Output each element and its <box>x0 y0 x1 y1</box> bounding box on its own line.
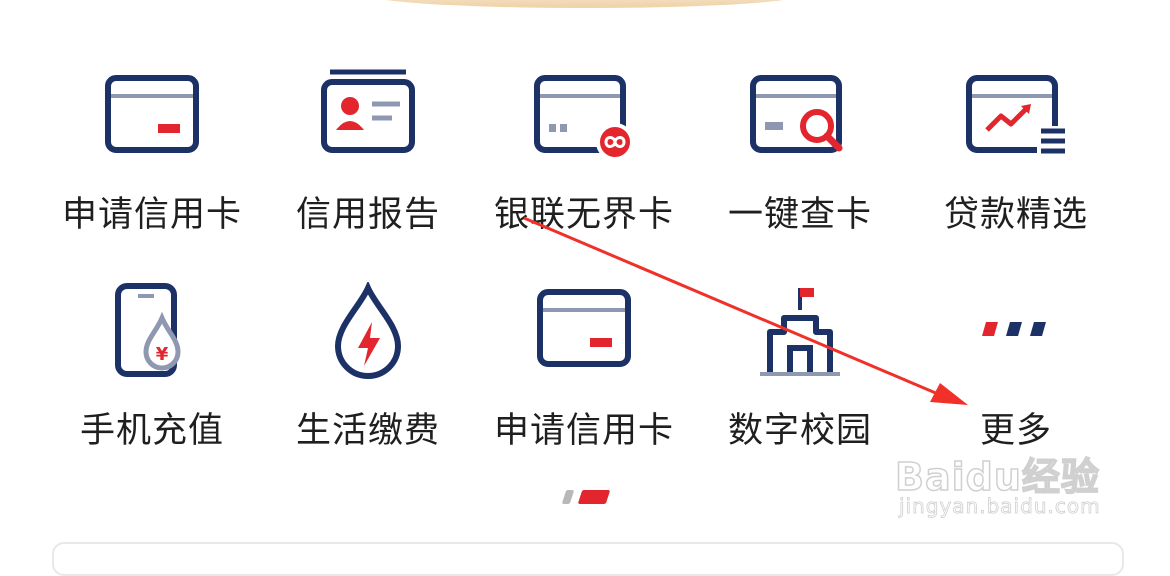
watermark-url: jingyan.baidu.com <box>899 494 1101 519</box>
menu-item-label: 生活缴费 <box>295 411 440 451</box>
loan-chart-icon <box>966 75 1067 156</box>
page-dot-active <box>577 490 611 504</box>
menu-item-label: 申请信用卡 <box>493 411 674 451</box>
menu-item-credit-report[interactable]: 信用报告 <box>260 68 476 248</box>
menu-item-label: 申请信用卡 <box>61 195 242 235</box>
more-dots-icon <box>982 322 1046 336</box>
credit-card-icon <box>537 289 631 367</box>
card-search-icon <box>750 75 843 153</box>
unionpay-card-infinity-icon <box>534 75 634 161</box>
menu-item-mobile-topup[interactable]: ¥ 手机充值 <box>44 282 260 462</box>
menu-item-more[interactable]: 更多 <box>908 282 1124 462</box>
page-indicator <box>560 490 620 506</box>
credit-card-icon <box>105 75 199 153</box>
menu-item-apply-credit-card-2[interactable]: 申请信用卡 <box>476 282 692 462</box>
menu-item-label: 贷款精选 <box>943 195 1088 235</box>
menu-item-apply-credit-card[interactable]: 申请信用卡 <box>44 68 260 248</box>
watermark: Baidu经验 jingyan.baidu.com <box>894 446 1120 526</box>
menu-item-label: 银联无界卡 <box>493 195 674 235</box>
id-card-icon <box>321 69 415 153</box>
menu-item-label: 信用报告 <box>295 195 440 235</box>
menu-item-label: 手机充值 <box>79 411 224 451</box>
menu-item-card-lookup[interactable]: 一键查卡 <box>692 68 908 248</box>
menu-item-digital-campus[interactable]: 数字校园 <box>692 282 908 462</box>
menu-item-label: 数字校园 <box>727 411 872 451</box>
phone-yuan-icon: ¥ <box>115 283 181 377</box>
page-dot-inactive <box>561 490 575 504</box>
utility-bolt-drop-icon <box>334 282 402 379</box>
next-section-card <box>52 542 1124 576</box>
menu-item-label: 一键查卡 <box>727 195 872 235</box>
menu-item-loan-selection[interactable]: 贷款精选 <box>908 68 1124 248</box>
svg-text:¥: ¥ <box>156 344 169 365</box>
school-flag-icon <box>760 288 840 376</box>
watermark-logo: Baidu经验 <box>894 454 1100 500</box>
menu-item-unionpay-card[interactable]: 银联无界卡 <box>476 68 692 248</box>
menu-item-utility-payment[interactable]: 生活缴费 <box>260 282 476 462</box>
